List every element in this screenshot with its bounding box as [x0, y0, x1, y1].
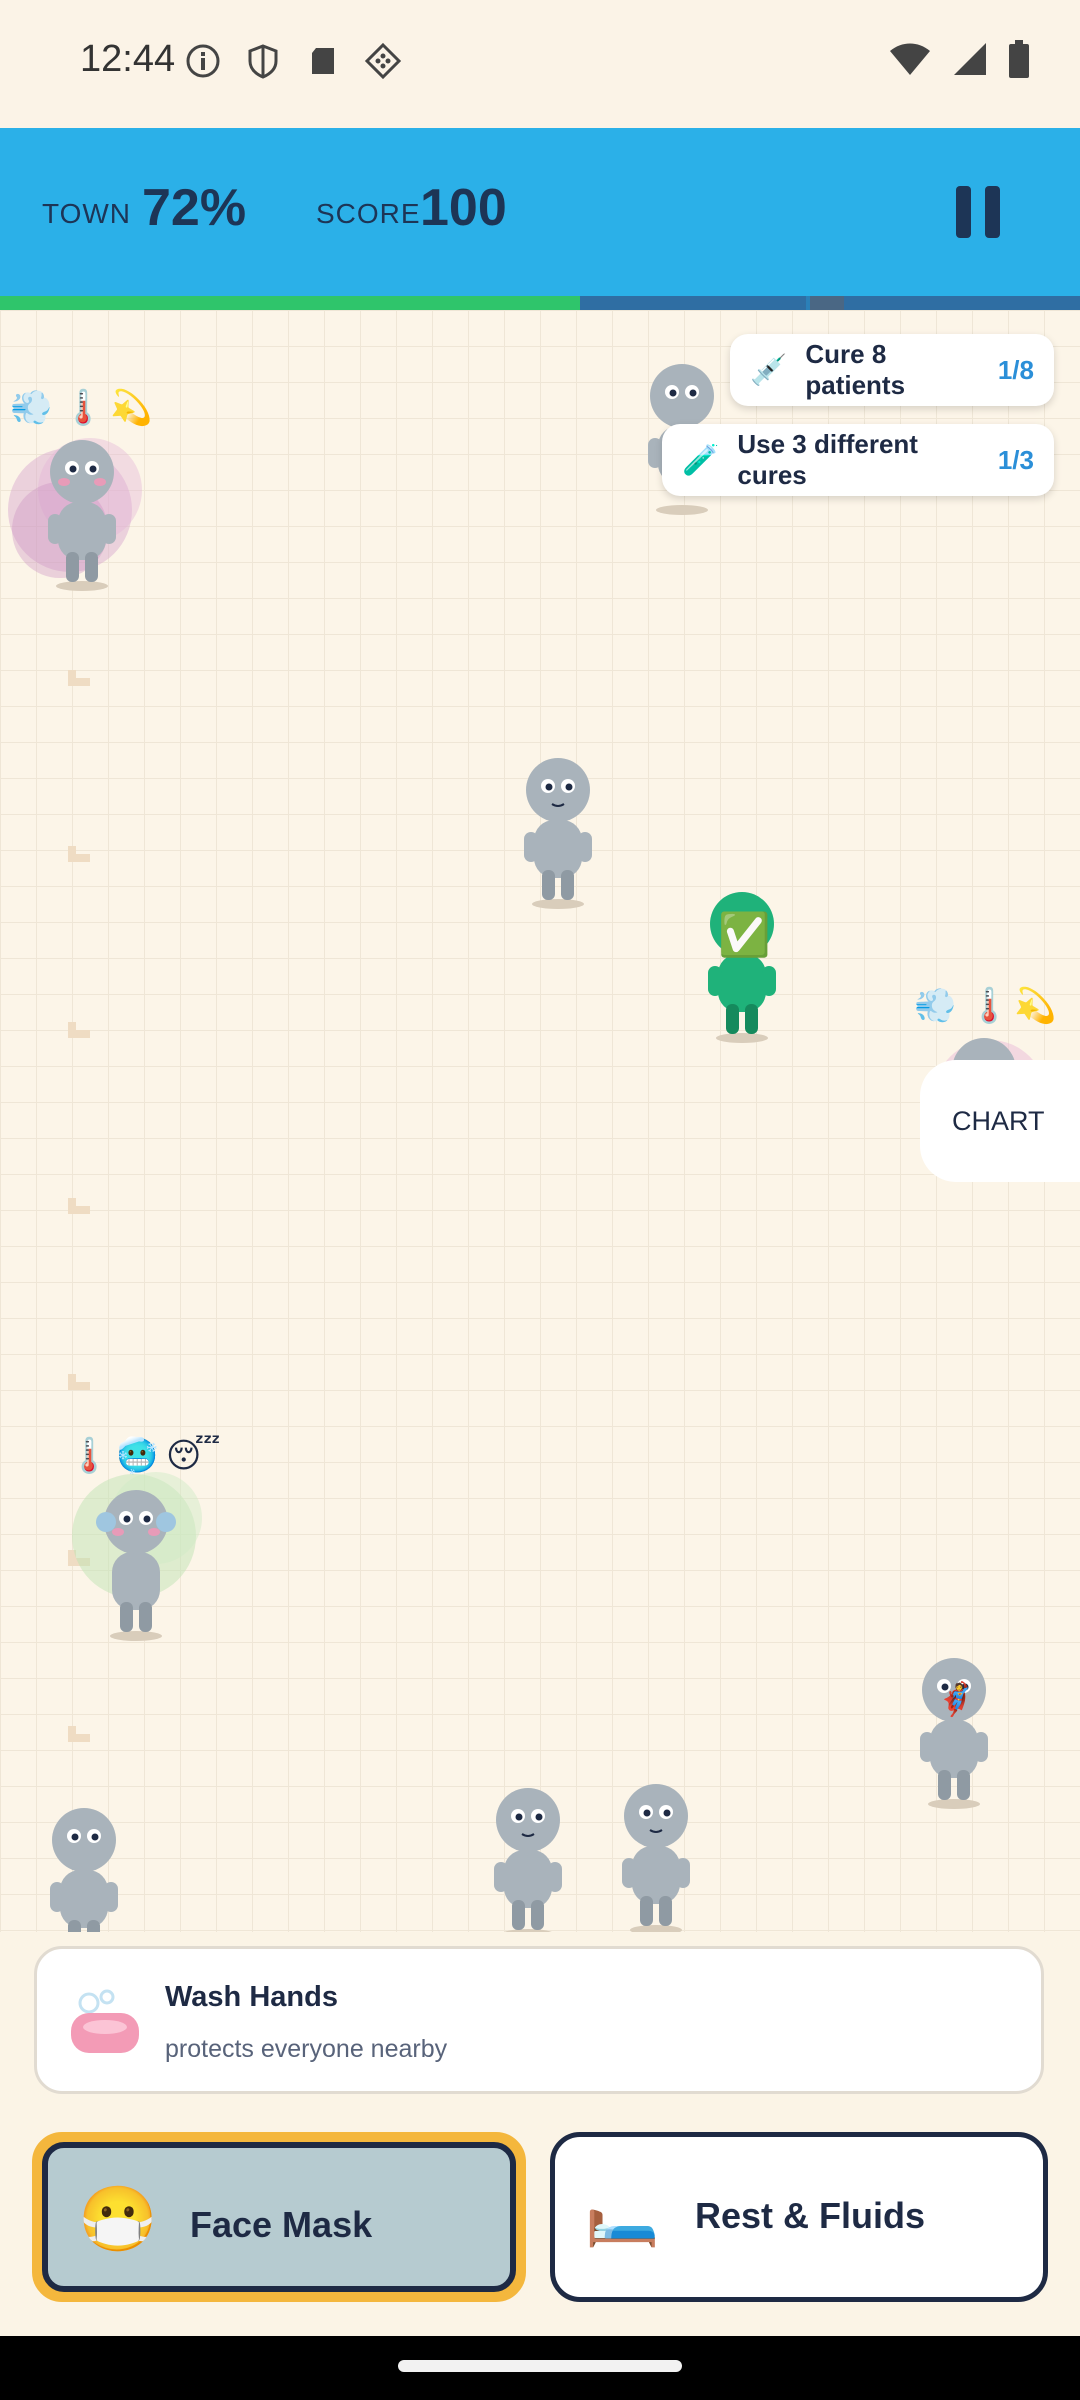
cured-check-icon: ✅: [718, 910, 771, 959]
person[interactable]: [486, 1780, 570, 1932]
town-health-fill: [0, 296, 580, 310]
hero-person[interactable]: [912, 1650, 996, 1810]
bed-icon: 🛏️: [585, 2181, 660, 2248]
person[interactable]: [42, 1800, 126, 1932]
wifi-icon: [888, 41, 932, 81]
face-mask-icon: 😷: [78, 2183, 158, 2255]
status-system-icons: [888, 40, 1030, 82]
battery-icon: [1008, 40, 1030, 82]
signal-icon: [952, 41, 988, 81]
footprint-icon: [68, 1198, 90, 1214]
status-notification-icons: [184, 42, 402, 80]
cure-info-title: Wash Hands: [165, 1981, 338, 2013]
town-health-progress: [0, 296, 1080, 310]
cured-person[interactable]: [700, 884, 784, 1044]
cure-button-rest-fluids[interactable]: 🛏️ Rest & Fluids: [550, 2132, 1048, 2302]
cure-button-face-mask[interactable]: 😷 Face Mask: [32, 2132, 526, 2302]
game-hud: TOWN 72% SCORE 100: [0, 128, 1080, 296]
diamond-icon: [364, 42, 402, 80]
symptom-fever: 🌡️: [968, 986, 1011, 1026]
footprint-icon: [68, 670, 90, 686]
town-label: TOWN: [42, 198, 132, 229]
cure-label: Rest & Fluids: [695, 2195, 926, 2236]
goal-card-cure-patients: 💉 Cure 8 patients 1/8: [730, 334, 1054, 406]
symptom-cough: 💨: [914, 986, 957, 1026]
goal-card-different-cures: 🧪 Use 3 different cures 1/3: [662, 424, 1054, 496]
cure-label: Face Mask: [190, 2204, 373, 2245]
symptom-fever: 🌡️: [62, 388, 105, 428]
footprint-icon: [68, 1726, 90, 1742]
progress-marker: [810, 296, 844, 310]
symptom-dizzy: 💫: [110, 388, 153, 428]
syringe-icon: 💉: [750, 353, 788, 387]
status-bar: 12:44: [0, 0, 1080, 128]
symptom-dizzy: 💫: [1014, 986, 1057, 1026]
score-value: 100: [420, 179, 507, 237]
home-gesture-handle[interactable]: [398, 2360, 682, 2372]
town-play-area[interactable]: 💨 🌡️ 💫 💨 🌡️ 💫 🌡️ 🥶 😴 ✅ 🦸 💉 Cure 8 patien…: [0, 310, 1080, 1932]
goal-count: 1/3: [997, 444, 1034, 475]
superhero-icon: 🦸: [936, 1680, 976, 1718]
test-tube-icon: 🧪: [682, 443, 720, 477]
soap-icon: [71, 1989, 139, 2053]
sick-person[interactable]: [40, 432, 124, 592]
pause-button[interactable]: [956, 186, 1000, 238]
status-time: 12:44: [80, 38, 176, 80]
person[interactable]: [614, 1776, 698, 1932]
goal-label: Use 3 different cures: [737, 429, 918, 490]
person[interactable]: [516, 750, 600, 910]
cure-info-description: protects everyone nearby: [165, 2035, 448, 2063]
shield-icon: [244, 42, 282, 80]
footprint-icon: [68, 1022, 90, 1038]
pause-icon: [956, 186, 971, 238]
goal-count: 1/8: [997, 354, 1034, 385]
footprint-icon: [68, 1374, 90, 1390]
symptom-cough: 💨: [10, 388, 53, 428]
system-navigation-bar: [0, 2336, 1080, 2400]
goal-label: Cure 8 patients: [805, 339, 906, 400]
footprint-icon: [68, 846, 90, 862]
cure-info-card: Wash Hands protects everyone nearby: [34, 1946, 1044, 2094]
chart-button[interactable]: CHART: [920, 1060, 1080, 1182]
town-percentage: 72%: [142, 179, 247, 237]
sd-card-icon: [304, 42, 342, 80]
info-icon: [184, 42, 222, 80]
pause-icon-bar: [985, 186, 1000, 238]
sick-person[interactable]: [94, 1482, 178, 1642]
score-label: SCORE: [316, 198, 421, 229]
cure-button-face-mask-inner: 😷 Face Mask: [42, 2142, 516, 2292]
